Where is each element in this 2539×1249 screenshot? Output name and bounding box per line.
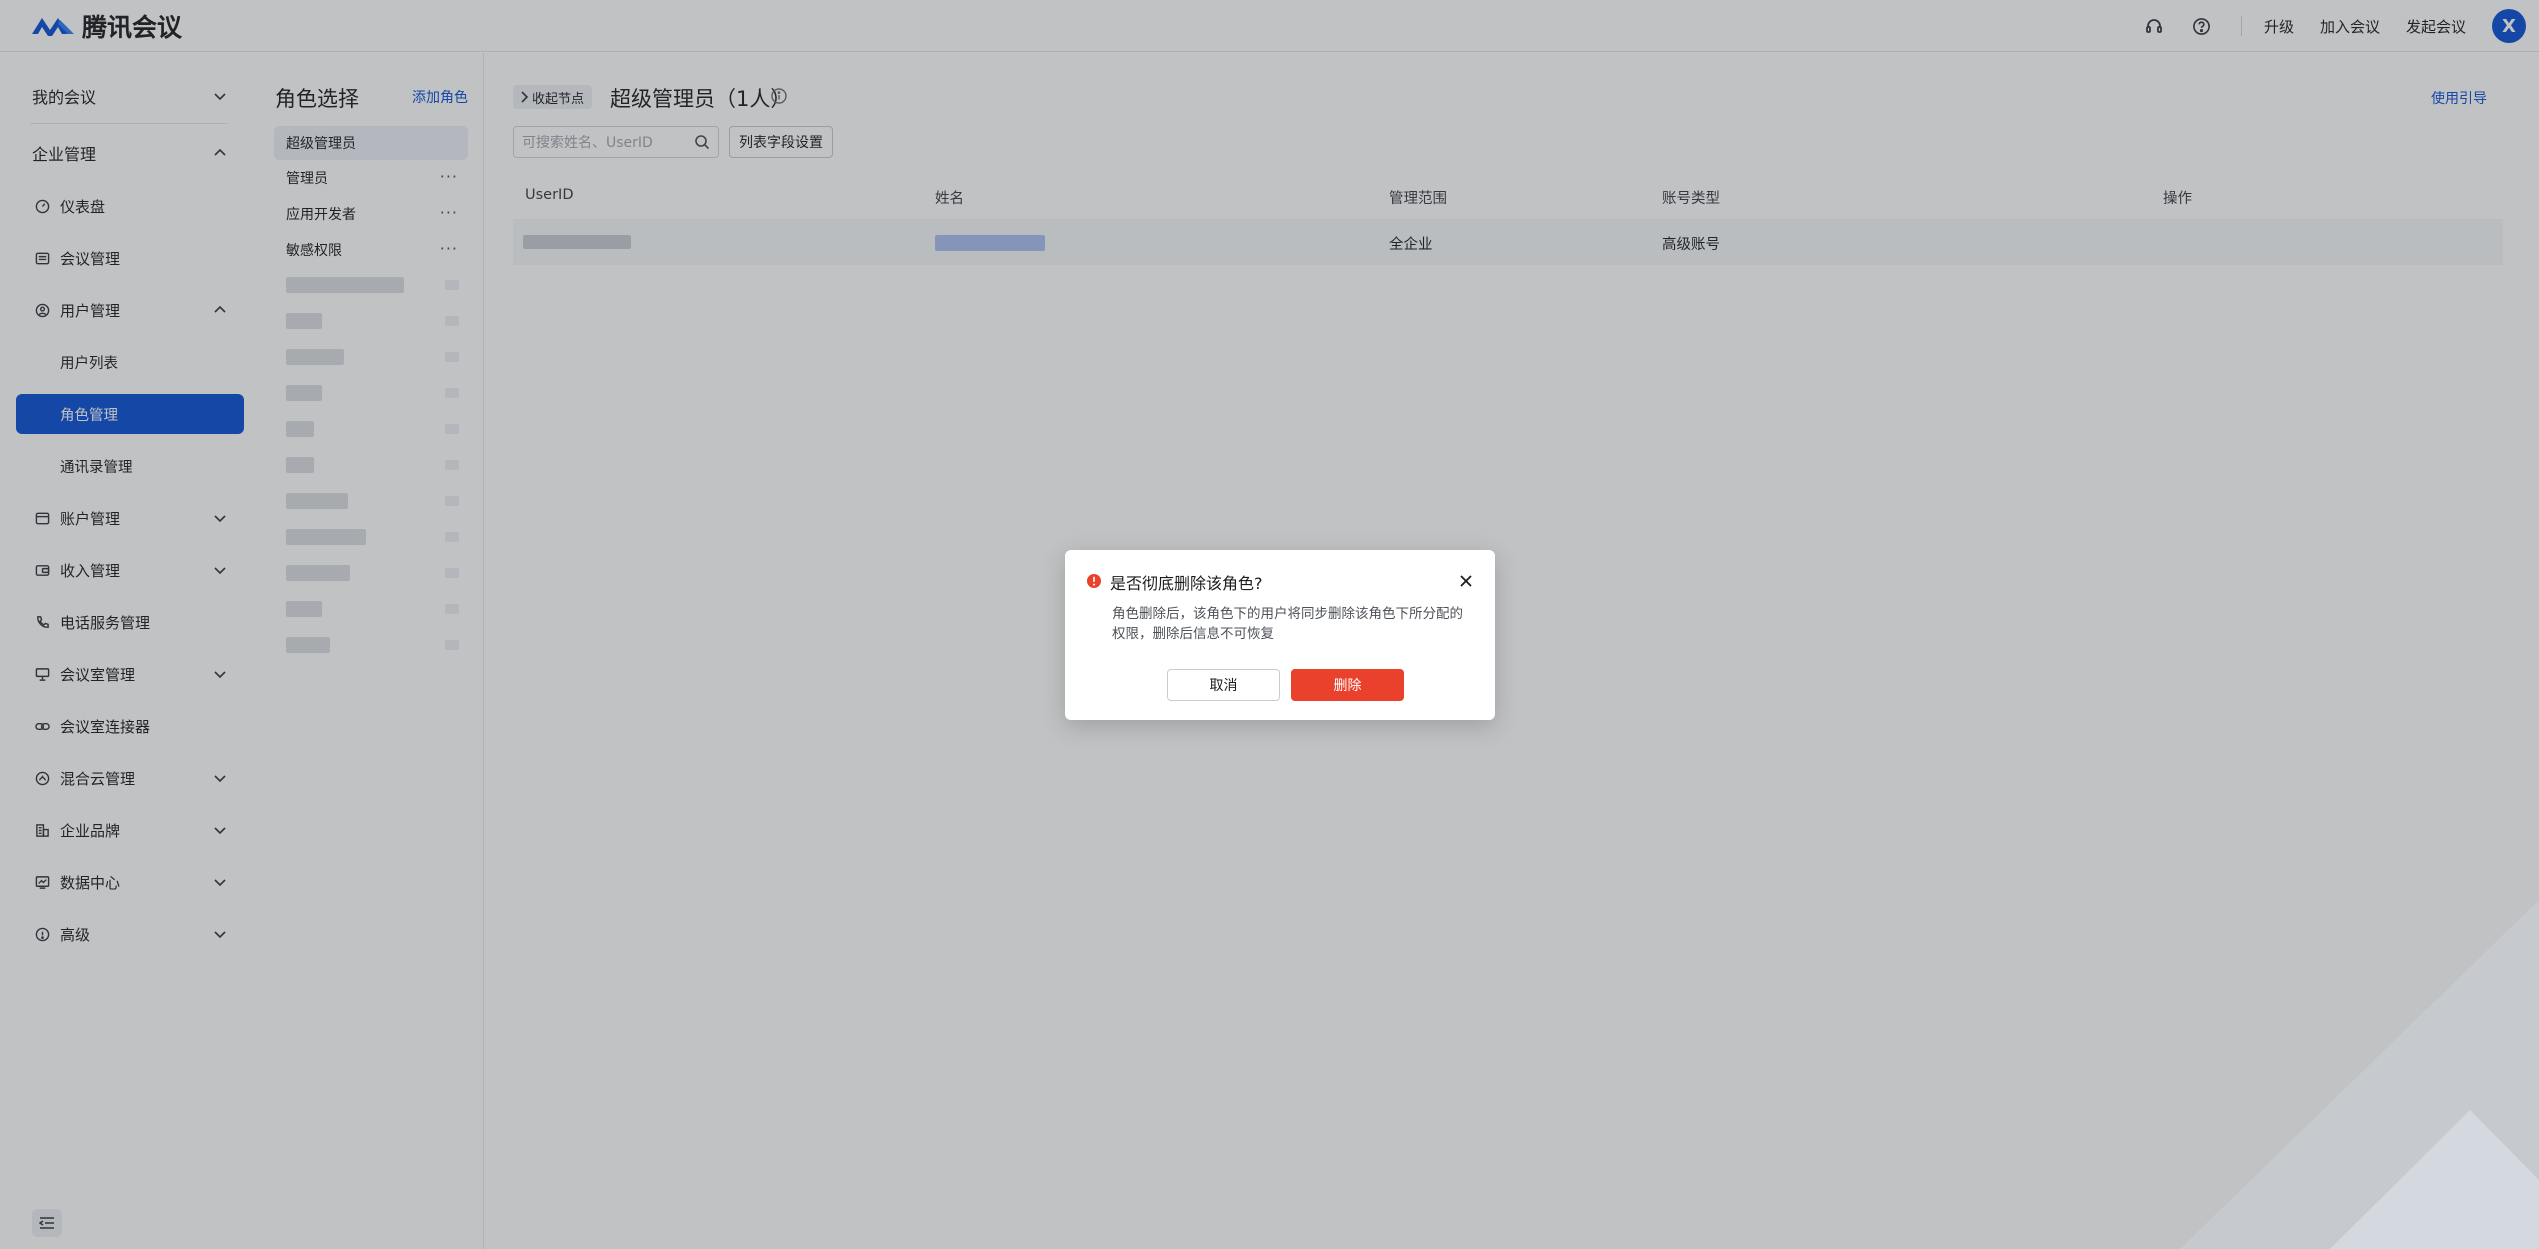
cancel-button[interactable]: 取消 (1167, 669, 1280, 701)
close-icon[interactable] (1457, 572, 1475, 590)
dialog-message: 角色删除后，该角色下的用户将同步删除该角色下所分配的权限，删除后信息不可恢复 (1112, 606, 1463, 642)
dialog-title: 是否彻底删除该角色? (1110, 574, 1263, 593)
warning-icon (1087, 574, 1101, 588)
delete-button[interactable]: 删除 (1291, 669, 1404, 701)
delete-role-dialog: 是否彻底删除该角色? 角色删除后，该角色下的用户将同步删除该角色下所分配的权限，… (1065, 550, 1495, 720)
